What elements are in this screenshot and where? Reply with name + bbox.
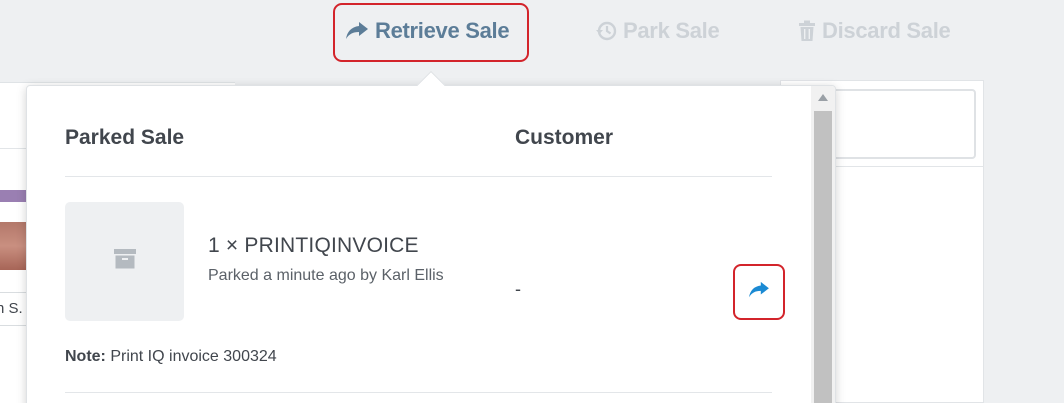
- parked-sale-column-header: Parked Sale: [65, 126, 185, 149]
- trash-icon: [798, 20, 816, 42]
- archive-box-icon: [113, 249, 136, 274]
- scroll-up-icon[interactable]: [818, 94, 828, 101]
- park-sale-label: Park Sale: [623, 18, 720, 43]
- header-divider: [65, 176, 772, 177]
- note-label: Note:: [65, 348, 106, 365]
- park-sale-button[interactable]: Park Sale: [595, 14, 720, 48]
- discard-sale-button[interactable]: Discard Sale: [798, 14, 951, 48]
- parked-sale-note: Note: Print IQ invoice 300324: [65, 348, 277, 366]
- parked-sales-popover: Parked Sale Customer 1 × PRINTIQINVOICE …: [26, 85, 836, 403]
- note-text: Print IQ invoice 300324: [105, 348, 277, 365]
- share-arrow-icon: [748, 281, 770, 304]
- history-icon: [595, 20, 617, 42]
- divider: [834, 166, 984, 167]
- retrieve-sale-highlight: [333, 3, 529, 62]
- parked-sale-title: 1 × PRINTIQINVOICE: [208, 234, 419, 257]
- sale-thumbnail: [65, 202, 184, 321]
- parked-sale-subtitle: Parked a minute ago by Karl Ellis: [208, 267, 444, 284]
- discard-sale-label: Discard Sale: [822, 18, 951, 43]
- row-divider: [65, 392, 772, 393]
- scrollbar-thumb[interactable]: [814, 111, 832, 403]
- customer-search-field[interactable]: [820, 89, 976, 159]
- retrieve-parked-sale-button[interactable]: [733, 264, 785, 320]
- parked-sale-customer: -: [515, 279, 521, 299]
- popover-scrollbar[interactable]: [811, 86, 835, 403]
- customer-column-header: Customer: [515, 126, 614, 149]
